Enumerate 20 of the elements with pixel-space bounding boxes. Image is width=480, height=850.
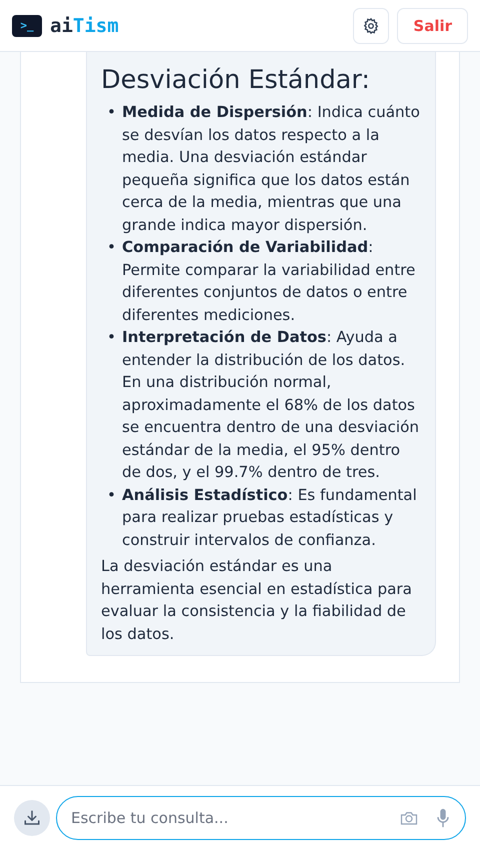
bullet-marker: • [106, 237, 117, 258]
settings-button[interactable] [353, 8, 390, 44]
bullet-marker: • [106, 102, 117, 123]
message-text: La desviación estándar es una herramienta esencial en estadística para evaluar la consistencia y la fiabilidad de los datos. [101, 556, 413, 644]
message-heading: Desviación Estándar: [101, 66, 372, 95]
settings-icon [362, 16, 380, 34]
list-item: Medida de Dispersión: Indica cuánto se desvían los datos respecto a la media. Una desviación estándar pequeña significa que los datos están cerca de la media, mientras que una grande indica mayor dispersión. [122, 102, 421, 236]
logout-button[interactable]: Salir [397, 8, 468, 44]
list-item: Comparación de Variabilidad: Permite comparar la variabilidad entre diferentes conjuntos de datos o entre diferentes mediciones. [122, 237, 416, 326]
microphone-icon[interactable] [436, 808, 450, 828]
camera-icon[interactable] [400, 810, 418, 826]
message-input[interactable]: Escribe tu consulta... [56, 796, 466, 840]
list-item: Interpretación de Datos: Ayuda a entender la distribución de los datos. En una distribución normal, aproximadamente el 68% de los datos se encuentra dentro de una desviación estándar de la media, el 95% dentro de dos, y el 99.7% dentro de tres. [122, 327, 420, 483]
bullet-marker: • [106, 484, 117, 506]
download-button[interactable] [14, 800, 50, 836]
list-item: Análisis Estadístico: Es fundamental para realizar pruebas estadísticas y construir intervalos de confianza. [122, 484, 418, 550]
bullet-marker: • [106, 327, 117, 348]
download-icon [23, 809, 41, 827]
logo-icon: >_ [12, 14, 42, 36]
brand-name: aiTism [50, 14, 119, 36]
